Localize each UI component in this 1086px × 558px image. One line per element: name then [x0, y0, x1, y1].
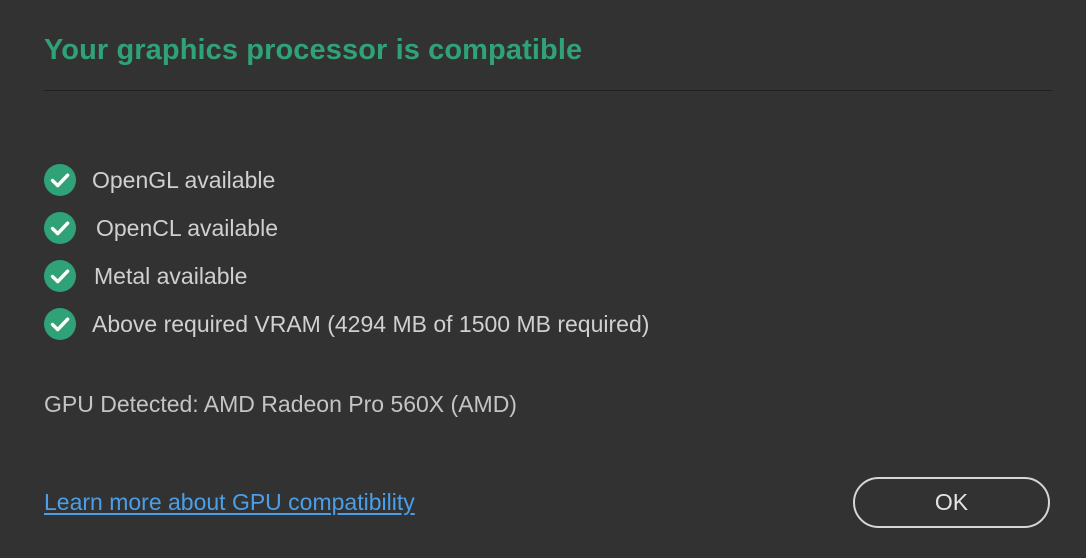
- check-circle-icon: [44, 308, 76, 340]
- dialog-title: Your graphics processor is compatible: [44, 34, 583, 66]
- title-divider: [44, 90, 1052, 91]
- gpu-compatibility-dialog: Your graphics processor is compatible Op…: [0, 0, 1086, 558]
- check-label-opengl: OpenGL available: [92, 166, 276, 193]
- ok-button[interactable]: OK: [853, 477, 1050, 528]
- check-item-opencl: OpenCL available: [44, 204, 649, 252]
- check-circle-icon: [44, 212, 76, 244]
- gpu-detected-text: GPU Detected: AMD Radeon Pro 560X (AMD): [44, 391, 517, 417]
- check-item-metal: Metal available: [44, 252, 649, 300]
- learn-more-gpu-link[interactable]: Learn more about GPU compatibility: [44, 489, 415, 516]
- compatibility-checks-list: OpenGL available OpenCL available Metal …: [44, 156, 649, 348]
- check-item-vram: Above required VRAM (4294 MB of 1500 MB …: [44, 300, 649, 348]
- check-label-metal: Metal available: [94, 262, 248, 289]
- check-item-opengl: OpenGL available: [44, 156, 649, 204]
- check-label-vram: Above required VRAM (4294 MB of 1500 MB …: [92, 310, 650, 337]
- check-circle-icon: [44, 164, 76, 196]
- check-label-opencl: OpenCL available: [96, 214, 278, 241]
- check-circle-icon: [44, 260, 76, 292]
